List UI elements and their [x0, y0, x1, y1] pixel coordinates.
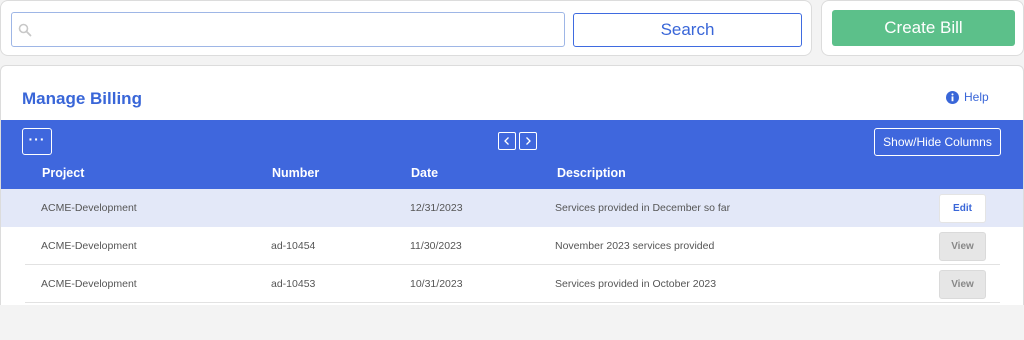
table-toolbar: ··· Show/Hide Columns Project Number Dat… [1, 120, 1023, 189]
more-icon: ··· [28, 131, 46, 147]
more-options-button[interactable]: ··· [22, 128, 52, 155]
view-button[interactable]: View [939, 270, 986, 299]
show-hide-columns-button[interactable]: Show/Hide Columns [874, 128, 1001, 156]
cell-project: ACME-Development [41, 240, 137, 252]
cell-project: ACME-Development [41, 202, 137, 214]
table-row[interactable]: ACME-Development ad-10454 11/30/2023 Nov… [1, 227, 1023, 265]
search-input[interactable] [40, 13, 560, 46]
search-box[interactable] [11, 12, 565, 47]
create-bill-button[interactable]: Create Bill [832, 10, 1015, 46]
create-bill-card: Create Bill [821, 0, 1024, 56]
row-divider [25, 302, 1000, 303]
scroll-left-button[interactable] [498, 132, 516, 150]
view-button[interactable]: View [939, 232, 986, 261]
chevron-right-icon [526, 137, 531, 145]
scroll-right-button[interactable] [519, 132, 537, 150]
help-link[interactable]: Help [946, 90, 989, 104]
column-header-project[interactable]: Project [42, 166, 84, 180]
column-header-description[interactable]: Description [557, 166, 626, 180]
cell-project: ACME-Development [41, 278, 137, 290]
cell-description: Services provided in December so far [555, 202, 731, 214]
help-label: Help [964, 90, 989, 104]
search-icon [18, 23, 32, 37]
column-header-date[interactable]: Date [411, 166, 438, 180]
cell-number: ad-10454 [271, 240, 316, 252]
page-title: Manage Billing [22, 89, 142, 108]
info-icon [946, 90, 959, 104]
table-row[interactable]: ACME-Development 12/31/2023 Services pro… [1, 189, 1023, 227]
search-card: Search [0, 0, 812, 56]
cell-number: ad-10453 [271, 278, 316, 290]
column-header-number[interactable]: Number [272, 166, 319, 180]
cell-date: 12/31/2023 [410, 202, 463, 214]
cell-description: Services provided in October 2023 [555, 278, 717, 290]
cell-date: 11/30/2023 [410, 240, 462, 252]
chevron-left-icon [504, 137, 509, 145]
cell-description: November 2023 services provided [555, 240, 715, 252]
table-row[interactable]: ACME-Development ad-10453 10/31/2023 Ser… [1, 265, 1023, 303]
search-button[interactable]: Search [573, 13, 802, 47]
edit-button[interactable]: Edit [939, 194, 986, 223]
billing-panel: Manage Billing Help ··· Show/Hide Column… [0, 65, 1024, 305]
cell-date: 10/31/2023 [410, 278, 463, 290]
